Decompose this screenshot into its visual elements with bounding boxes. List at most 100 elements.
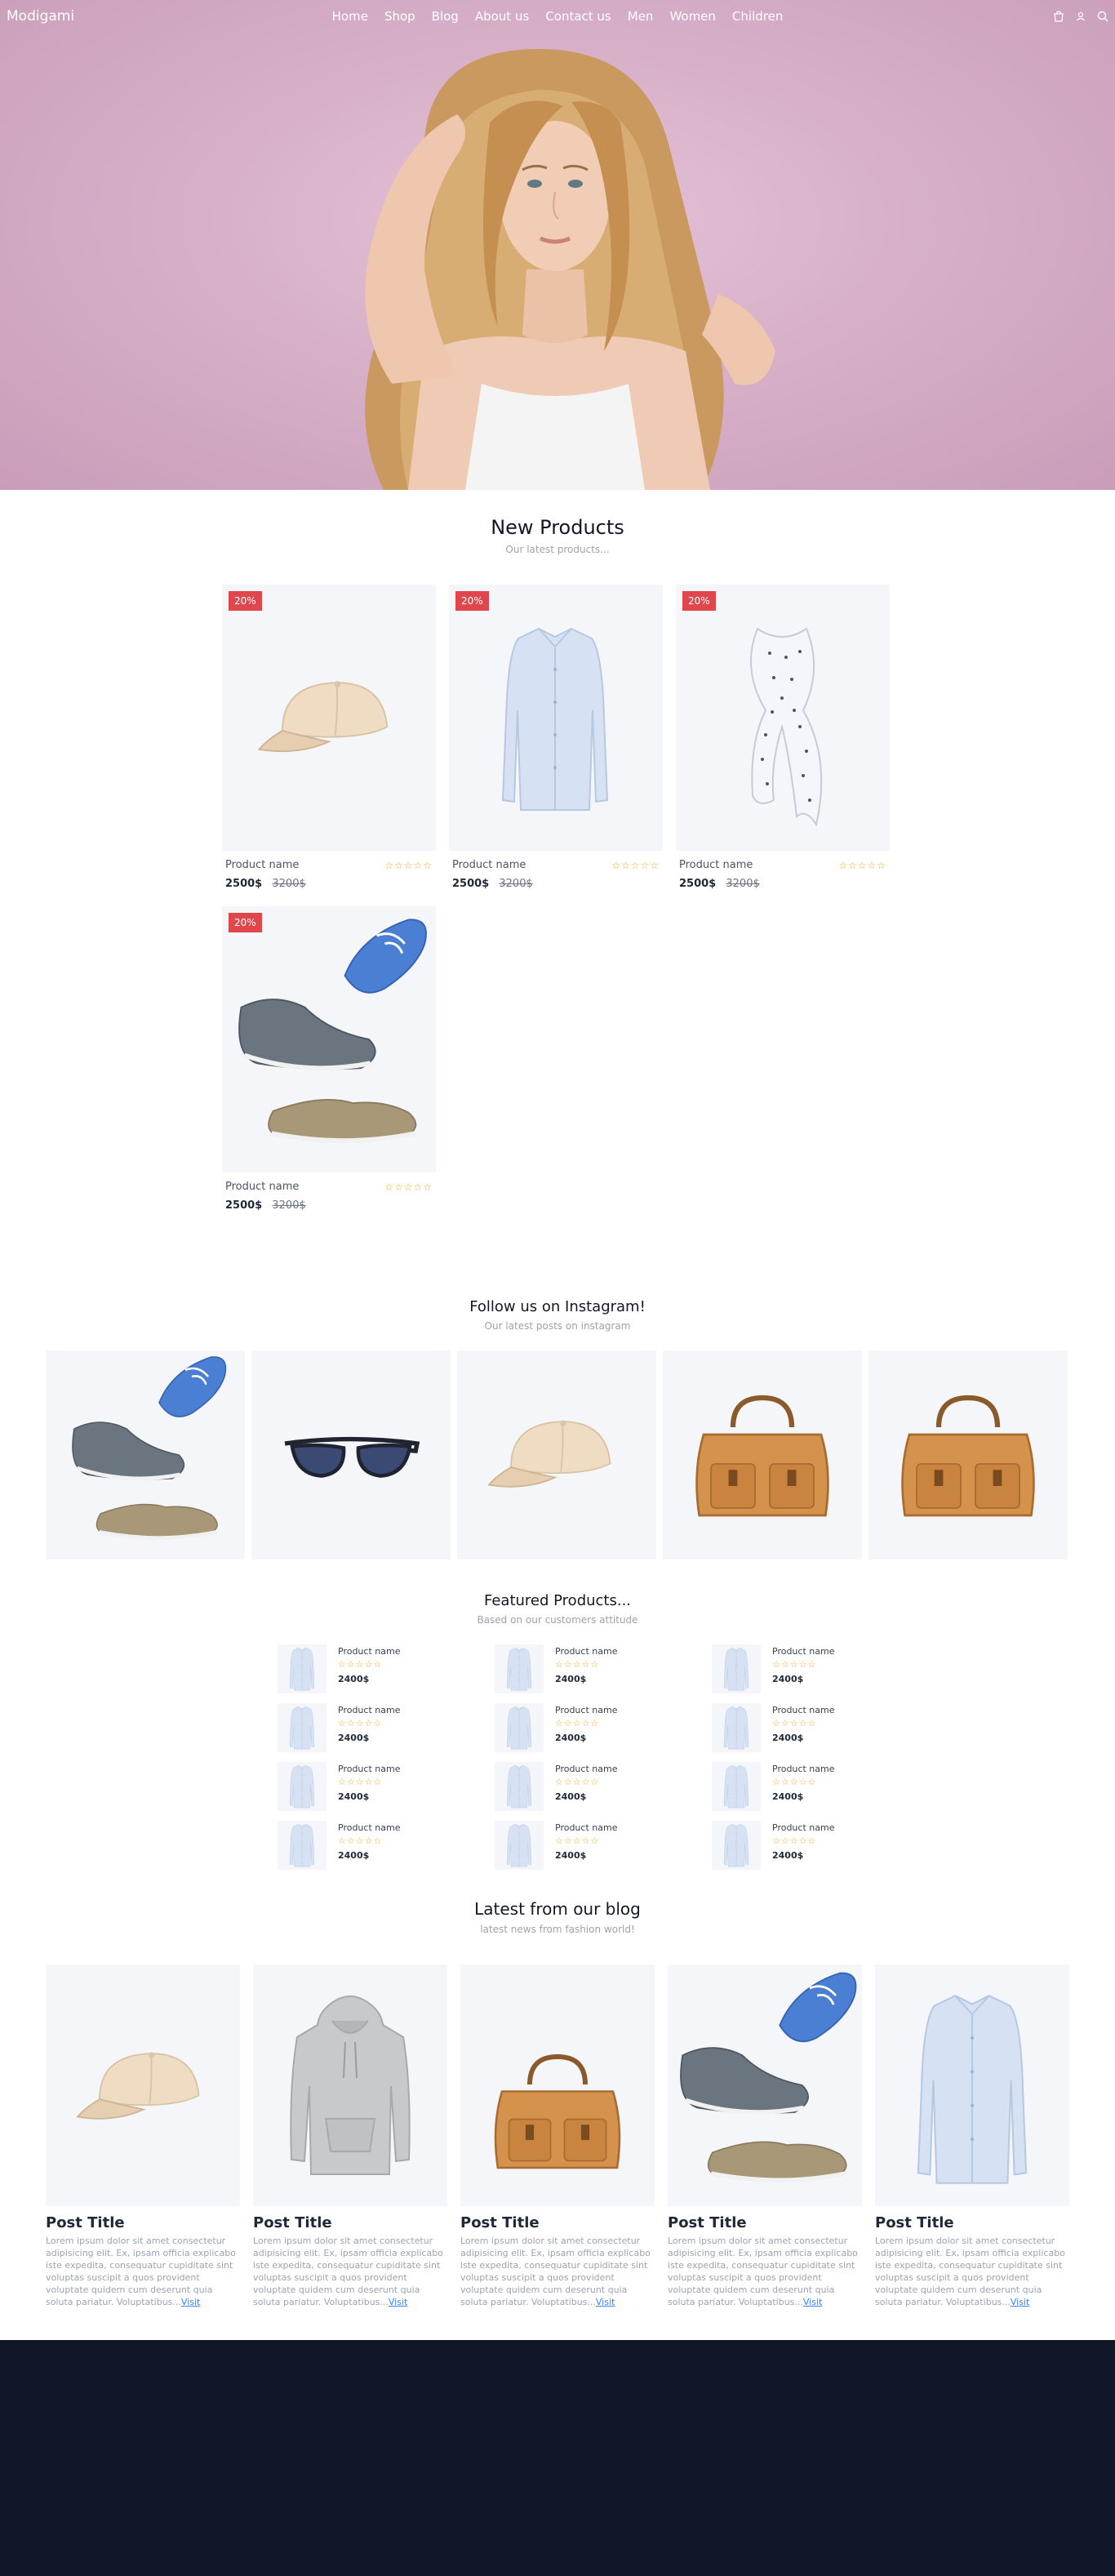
rating-stars: ☆☆☆☆☆ <box>338 1777 383 1787</box>
featured-thumbnail[interactable] <box>712 1821 761 1870</box>
featured-thumbnail[interactable] <box>278 1644 327 1693</box>
featured-product-price: 2400$ <box>555 1791 587 1802</box>
bag-icon[interactable] <box>1053 11 1064 22</box>
product-image[interactable]: 20% <box>222 906 436 1172</box>
visit-link[interactable]: Visit <box>596 2297 615 2307</box>
visit-link[interactable]: Visit <box>803 2297 822 2307</box>
featured-product-name[interactable]: Product name <box>338 1764 400 1774</box>
post-title[interactable]: Post Title <box>253 2214 447 2231</box>
product-price: 2500$ <box>452 878 490 890</box>
product-name[interactable]: Product name <box>225 1181 299 1193</box>
featured-thumbnail[interactable] <box>495 1644 544 1693</box>
featured-item[interactable]: Product name ☆☆☆☆☆ 2400$ <box>495 1703 712 1752</box>
instagram-post[interactable] <box>457 1350 656 1559</box>
rating-stars: ☆☆☆☆☆ <box>555 1835 600 1846</box>
instagram-post[interactable] <box>868 1350 1068 1559</box>
featured-item[interactable]: Product name ☆☆☆☆☆ 2400$ <box>712 1644 929 1693</box>
featured-product-name[interactable]: Product name <box>555 1822 617 1833</box>
visit-link[interactable]: Visit <box>1011 2297 1029 2307</box>
featured-item[interactable]: Product name ☆☆☆☆☆ 2400$ <box>712 1762 929 1811</box>
featured-item[interactable]: Product name ☆☆☆☆☆ 2400$ <box>495 1762 712 1811</box>
featured-thumbnail[interactable] <box>712 1703 761 1752</box>
instagram-post[interactable] <box>663 1350 862 1559</box>
blog-card: Post Title Lorem ipsum dolor sit amet co… <box>875 1964 1069 2308</box>
post-excerpt: Lorem ipsum dolor sit amet consectetur a… <box>668 2235 862 2308</box>
product-name[interactable]: Product name <box>452 859 526 871</box>
product-name[interactable]: Product name <box>679 859 753 871</box>
post-title[interactable]: Post Title <box>668 2214 862 2231</box>
featured-item[interactable]: Product name ☆☆☆☆☆ 2400$ <box>712 1821 929 1870</box>
post-title[interactable]: Post Title <box>875 2214 1069 2231</box>
nav-link-women[interactable]: Women <box>669 9 715 24</box>
post-title[interactable]: Post Title <box>460 2214 655 2231</box>
cap-image <box>70 2040 217 2129</box>
nav-link-shop[interactable]: Shop <box>384 9 415 24</box>
instagram-post[interactable] <box>251 1350 451 1559</box>
featured-product-name[interactable]: Product name <box>555 1705 617 1715</box>
featured-item[interactable]: Product name ☆☆☆☆☆ 2400$ <box>278 1703 495 1752</box>
top-navbar: Modigami Home Shop Blog About us Contact… <box>0 0 1115 33</box>
featured-product-name[interactable]: Product name <box>555 1646 617 1657</box>
featured-product-name[interactable]: Product name <box>338 1705 400 1715</box>
visit-link[interactable]: Visit <box>389 2297 407 2307</box>
featured-item[interactable]: Product name ☆☆☆☆☆ 2400$ <box>278 1644 495 1693</box>
featured-thumbnail[interactable] <box>495 1821 544 1870</box>
featured-thumbnail[interactable] <box>495 1703 544 1752</box>
product-image[interactable]: 20% <box>449 585 663 851</box>
instagram-post[interactable] <box>46 1350 245 1559</box>
blog-card: Post Title Lorem ipsum dolor sit amet co… <box>46 1964 240 2308</box>
featured-product-name[interactable]: Product name <box>772 1822 834 1833</box>
featured-thumbnail[interactable] <box>712 1762 761 1811</box>
featured-thumbnail[interactable] <box>278 1762 327 1811</box>
nav-link-home[interactable]: Home <box>332 9 368 24</box>
product-image[interactable]: 20% <box>676 585 890 851</box>
featured-product-name[interactable]: Product name <box>338 1822 400 1833</box>
nav-link-blog[interactable]: Blog <box>432 9 459 24</box>
featured-item[interactable]: Product name ☆☆☆☆☆ 2400$ <box>712 1703 929 1752</box>
featured-thumbnail[interactable] <box>712 1644 761 1693</box>
featured-product-name[interactable]: Product name <box>338 1646 400 1657</box>
product-image[interactable]: 20% <box>222 585 436 851</box>
product-name[interactable]: Product name <box>225 859 299 871</box>
search-icon[interactable] <box>1097 11 1108 22</box>
user-icon[interactable] <box>1076 11 1086 21</box>
featured-product-price: 2400$ <box>772 1850 804 1861</box>
post-excerpt: Lorem ipsum dolor sit amet consectetur a… <box>46 2235 240 2308</box>
blog-image[interactable] <box>668 1964 862 2206</box>
product-card[interactable]: 20% Product name ☆☆☆☆☆ 2500$ 3200$ <box>449 585 663 890</box>
blog-image[interactable] <box>46 1964 240 2206</box>
blog-image[interactable] <box>253 1964 447 2206</box>
blog-image[interactable] <box>460 1964 655 2206</box>
product-card[interactable]: 20% Product name ☆☆☆☆☆ 2500$ 3200$ <box>222 585 436 890</box>
nav-link-children[interactable]: Children <box>732 9 783 24</box>
featured-product-price: 2400$ <box>555 1733 587 1743</box>
shoes-image <box>225 910 433 1169</box>
nav-link-men[interactable]: Men <box>628 9 654 24</box>
rating-stars: ☆☆☆☆☆ <box>772 1659 817 1670</box>
featured-product-name[interactable]: Product name <box>772 1705 834 1715</box>
shirt-image <box>722 1822 750 1868</box>
featured-item[interactable]: Product name ☆☆☆☆☆ 2400$ <box>495 1821 712 1870</box>
visit-link[interactable]: Visit <box>181 2297 200 2307</box>
featured-product-name[interactable]: Product name <box>772 1764 834 1774</box>
hero-model-image <box>365 49 775 490</box>
hero-banner: Modigami Home Shop Blog About us Contact… <box>0 0 1115 490</box>
post-title[interactable]: Post Title <box>46 2214 240 2231</box>
shirt-image <box>722 1764 750 1809</box>
product-card[interactable]: 20% Product name ☆☆☆☆☆ 2500$ 3200$ <box>222 906 436 1212</box>
featured-thumbnail[interactable] <box>278 1703 327 1752</box>
post-excerpt-text: Lorem ipsum dolor sit amet consectetur a… <box>668 2236 858 2307</box>
featured-product-name[interactable]: Product name <box>555 1764 617 1774</box>
featured-thumbnail[interactable] <box>495 1762 544 1811</box>
blog-image[interactable] <box>875 1964 1069 2206</box>
featured-item[interactable]: Product name ☆☆☆☆☆ 2400$ <box>278 1821 495 1870</box>
featured-thumbnail[interactable] <box>278 1821 327 1870</box>
nav-link-about-us[interactable]: About us <box>475 9 529 24</box>
featured-item[interactable]: Product name ☆☆☆☆☆ 2400$ <box>278 1762 495 1811</box>
featured-item[interactable]: Product name ☆☆☆☆☆ 2400$ <box>495 1644 712 1693</box>
nav-link-contact-us[interactable]: Contact us <box>545 9 611 24</box>
featured-product-name[interactable]: Product name <box>772 1646 834 1657</box>
rating-stars: ☆☆☆☆☆ <box>338 1835 383 1846</box>
discount-badge: 20% <box>682 591 716 611</box>
product-card[interactable]: 20% Product name ☆☆☆☆☆ 2500$ 3200$ <box>676 585 890 890</box>
